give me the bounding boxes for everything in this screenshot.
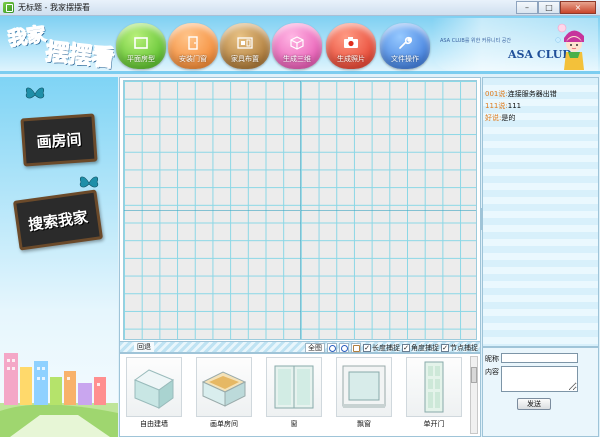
camera-icon bbox=[343, 36, 359, 50]
draw-room-label: 画房间 bbox=[35, 129, 83, 152]
chat-text: 111 bbox=[507, 102, 522, 110]
zoom-in-icon[interactable] bbox=[327, 342, 337, 353]
canvas-tool-group: 全图 ✓ 长度捕捉 ✓ 角度捕捉 ✓ 节点捕捉 bbox=[305, 342, 478, 353]
chat-message: 111说:111 bbox=[485, 101, 521, 111]
chat-message: 好说:是的 bbox=[485, 113, 515, 123]
palette-item-window[interactable]: 窗 bbox=[262, 357, 324, 432]
bay-window-icon bbox=[342, 365, 386, 408]
furniture-button[interactable]: 家具布置 bbox=[220, 23, 270, 69]
minimize-button[interactable]: – bbox=[516, 1, 538, 14]
palette-item-single-door[interactable]: 单开门 bbox=[402, 357, 464, 432]
door-window-button[interactable]: 安装门窗 bbox=[168, 23, 218, 69]
wrench-icon bbox=[397, 36, 413, 50]
chat-message: 001说:连接服务器出错 bbox=[485, 89, 557, 99]
free-wall-thumbnail bbox=[126, 357, 182, 417]
door-window-icon bbox=[185, 36, 201, 50]
city-illustration-icon bbox=[0, 353, 118, 437]
nickname-label: 昵称 bbox=[485, 355, 499, 363]
bay-window-label: 飘窗 bbox=[357, 420, 371, 428]
club-subtitle: ASA CLUB를 위한 커뮤니티 공간 bbox=[440, 38, 511, 44]
palette-scroll-thumb[interactable] bbox=[471, 367, 477, 383]
header-banner: 我家 摆摆看 平面房型 安装门窗 家具布置 生成三维 生成照片 文件操作 ASA… bbox=[0, 16, 600, 74]
node-snap-checkbox[interactable]: ✓ 节点捕捉 bbox=[441, 343, 478, 353]
palette-item-free-wall[interactable]: 自由建墙 bbox=[122, 357, 184, 432]
furniture-icon bbox=[237, 36, 253, 50]
send-button[interactable]: 发送 bbox=[517, 398, 551, 410]
component-palette: 自由建墙 画单房间 窗 飘窗 单开门 bbox=[119, 353, 481, 437]
floor-plan-label: 平面房型 bbox=[127, 55, 155, 63]
palette-scrollbar[interactable] bbox=[470, 356, 478, 434]
design-canvas[interactable]: › bbox=[119, 77, 487, 342]
generate-photo-label: 生成照片 bbox=[337, 55, 365, 63]
length-snap-label: 长度捕捉 bbox=[372, 343, 400, 352]
content-label: 内容 bbox=[485, 368, 499, 376]
generate-3d-label: 生成三维 bbox=[283, 55, 311, 63]
search-home-label: 搜索我家 bbox=[27, 207, 90, 234]
logo-text-line1: 我家 bbox=[6, 23, 48, 51]
zoom-out-icon[interactable] bbox=[339, 342, 349, 353]
free-wall-label: 自由建墙 bbox=[140, 420, 168, 428]
chat-sender: 111说: bbox=[485, 102, 508, 110]
cube-icon bbox=[289, 36, 305, 50]
furniture-label: 家具布置 bbox=[231, 55, 259, 63]
left-sidebar: 画房间 搜索我家 bbox=[0, 77, 118, 437]
file-operations-button[interactable]: 文件操作 bbox=[380, 23, 430, 69]
angle-snap-checkbox[interactable]: ✓ 角度捕捉 bbox=[402, 343, 439, 353]
chat-sender: 好说: bbox=[485, 114, 502, 122]
window-thumbnail bbox=[266, 357, 322, 417]
window-icon bbox=[274, 365, 314, 409]
asa-club-banner: ASA CLUB를 위한 커뮤니티 공간 ASA CLUB bbox=[432, 18, 598, 71]
full-view-button[interactable]: 全图 bbox=[305, 342, 325, 353]
search-home-button[interactable]: 搜索我家 bbox=[12, 189, 104, 251]
maximize-button[interactable]: □ bbox=[538, 1, 560, 14]
undo-button[interactable]: 回退 bbox=[134, 342, 154, 352]
pan-hand-icon[interactable] bbox=[351, 342, 361, 353]
app-icon bbox=[3, 2, 14, 13]
butterfly-icon bbox=[25, 87, 45, 99]
content-input[interactable] bbox=[501, 366, 578, 392]
node-snap-box[interactable]: ✓ bbox=[441, 343, 449, 352]
window-label: 窗 bbox=[290, 420, 298, 428]
file-operations-label: 文件操作 bbox=[391, 55, 419, 63]
app-logo: 我家 摆摆看 bbox=[6, 20, 116, 73]
angle-snap-box[interactable]: ✓ bbox=[402, 343, 410, 352]
generate-photo-button[interactable]: 生成照片 bbox=[326, 23, 376, 69]
palette-item-single-room[interactable]: 画单房间 bbox=[192, 357, 254, 432]
canvas-grid[interactable] bbox=[123, 80, 477, 340]
floor-plan-button[interactable]: 平面房型 bbox=[116, 23, 166, 69]
nickname-input[interactable] bbox=[501, 353, 578, 363]
logo-text-line2: 摆摆看 bbox=[44, 39, 116, 73]
draw-room-button[interactable]: 画房间 bbox=[20, 113, 98, 167]
chat-form: 昵称 内容 发送 bbox=[482, 347, 599, 437]
canvas-toolbar: 回退 全图 ✓ 长度捕捉 ✓ 角度捕捉 ✓ 节点捕捉 bbox=[119, 341, 481, 353]
chat-text: 连接服务器出错 bbox=[507, 90, 557, 98]
chat-sender: 001说: bbox=[485, 90, 508, 98]
window-title: 无标题 - 我家摆摆看 bbox=[18, 3, 90, 12]
single-room-label: 画单房间 bbox=[210, 420, 238, 428]
girl-mascot-icon bbox=[555, 23, 584, 70]
bay-window-thumbnail bbox=[336, 357, 392, 417]
chat-text: 是的 bbox=[501, 114, 516, 122]
angle-snap-label: 角度捕捉 bbox=[411, 343, 439, 352]
single-door-label: 单开门 bbox=[423, 420, 445, 428]
wall-corner-icon bbox=[133, 369, 175, 409]
single-door-thumbnail bbox=[406, 357, 462, 417]
floor-plan-icon bbox=[133, 36, 149, 50]
chat-log: 001说:连接服务器出错 111说:111 好说:是的 bbox=[482, 77, 599, 347]
palette-item-bay-window[interactable]: 飘窗 bbox=[332, 357, 394, 432]
length-snap-checkbox[interactable]: ✓ 长度捕捉 bbox=[363, 343, 400, 353]
generate-3d-button[interactable]: 生成三维 bbox=[272, 23, 322, 69]
window-controls: – □ × bbox=[516, 1, 596, 14]
door-icon bbox=[424, 361, 444, 413]
node-snap-label: 节点捕捉 bbox=[450, 343, 478, 352]
door-window-label: 安装门窗 bbox=[179, 55, 207, 63]
length-snap-box[interactable]: ✓ bbox=[363, 343, 371, 352]
single-room-thumbnail bbox=[196, 357, 252, 417]
close-button[interactable]: × bbox=[560, 1, 596, 14]
window-titlebar: 无标题 - 我家摆摆看 – □ × bbox=[0, 0, 600, 16]
room-box-icon bbox=[201, 371, 247, 407]
